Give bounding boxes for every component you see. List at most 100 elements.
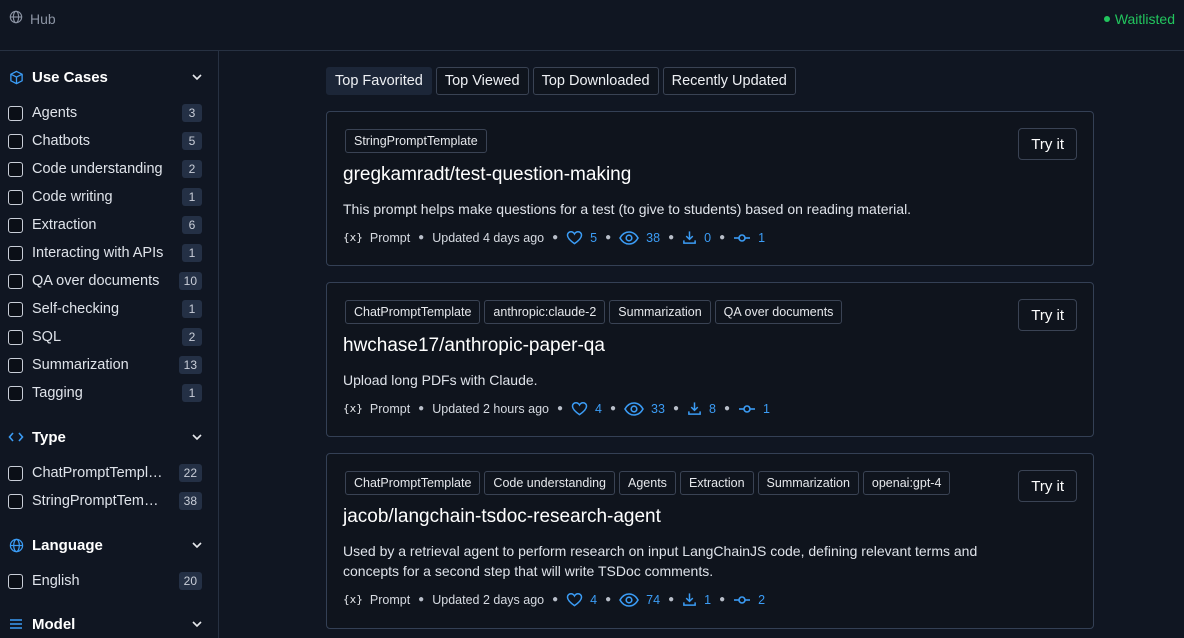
tag-chip[interactable]: Agents: [619, 471, 676, 495]
prompt-meta: {x} Prompt ● Updated 2 days ago ● 4 ● 74 …: [343, 592, 766, 607]
prompt-card[interactable]: ChatPromptTemplate anthropic:claude-2 Su…: [326, 282, 1094, 437]
list-icon: [8, 616, 24, 632]
updated-time: Updated 2 days ago: [432, 592, 545, 607]
checkbox[interactable]: [8, 133, 23, 149]
checkbox[interactable]: [8, 573, 23, 589]
prompt-kind: Prompt: [369, 230, 411, 245]
filter-count: 6: [182, 216, 202, 234]
checkbox[interactable]: [8, 493, 23, 509]
filter-item[interactable]: Summarization 13: [8, 354, 202, 376]
like-button[interactable]: 4: [571, 401, 602, 416]
tag-chip[interactable]: Summarization: [757, 471, 859, 495]
checkbox[interactable]: [8, 273, 23, 289]
filter-item[interactable]: QA over documents 10: [8, 270, 202, 292]
download-icon: [687, 401, 702, 416]
tag-chip[interactable]: anthropic:claude-2: [484, 300, 606, 324]
checkbox[interactable]: [8, 245, 23, 261]
filter-item[interactable]: Agents 3: [8, 102, 202, 124]
filter-item[interactable]: SQL 2: [8, 326, 202, 348]
checkbox[interactable]: [8, 301, 23, 317]
filter-label: Code understanding: [32, 161, 163, 177]
checkbox[interactable]: [8, 189, 23, 205]
tab-top-viewed[interactable]: Top Viewed: [435, 67, 529, 95]
checkbox[interactable]: [8, 161, 23, 177]
try-it-button[interactable]: Try it: [1018, 299, 1077, 331]
checkbox[interactable]: [8, 465, 23, 481]
prompt-meta: {x} Prompt ● Updated 2 hours ago ● 4 ● 33…: [343, 401, 770, 416]
views-stat: 74: [619, 593, 660, 607]
section-language[interactable]: Language: [8, 533, 204, 557]
filter-count: 3: [182, 104, 202, 122]
filter-label: Tagging: [32, 385, 83, 401]
prompt-kind: Prompt: [369, 401, 411, 416]
eye-icon: [619, 230, 640, 245]
filter-item[interactable]: English 20: [8, 570, 202, 592]
filter-item[interactable]: Extraction 6: [8, 214, 202, 236]
chevron-down-icon[interactable]: [190, 538, 204, 552]
cube-icon: [8, 69, 24, 85]
prompt-meta: {x} Prompt ● Updated 4 days ago ● 5 ● 38 …: [343, 230, 766, 245]
heart-icon: [571, 401, 588, 416]
downloads-count: 0: [704, 230, 712, 245]
tag-chip[interactable]: StringPromptTemplate: [345, 129, 487, 153]
tag-chip[interactable]: openai:gpt-4: [862, 471, 951, 495]
commits-count: 1: [762, 401, 770, 416]
tag-list: ChatPromptTemplate Code understanding Ag…: [345, 471, 951, 495]
chevron-down-icon[interactable]: [190, 430, 204, 444]
filter-label: QA over documents: [32, 273, 160, 289]
try-it-button[interactable]: Try it: [1018, 128, 1077, 160]
hub-label: Hub: [30, 10, 56, 27]
section-model[interactable]: Model: [8, 612, 204, 636]
filter-item[interactable]: Code writing 1: [8, 186, 202, 208]
tag-chip[interactable]: Summarization: [609, 300, 711, 324]
checkbox[interactable]: [8, 105, 23, 121]
chevron-down-icon[interactable]: [190, 70, 204, 84]
checkbox[interactable]: [8, 329, 23, 345]
tag-chip[interactable]: Code understanding: [484, 471, 616, 495]
chevron-down-icon[interactable]: [190, 617, 204, 631]
try-it-button[interactable]: Try it: [1018, 470, 1077, 502]
status-badge: Waitlisted: [1103, 11, 1175, 27]
filter-item[interactable]: Code understanding 2: [8, 158, 202, 180]
filter-item[interactable]: ChatPromptTempl… 22: [8, 462, 202, 484]
filter-label: Interacting with APIs: [32, 245, 164, 261]
commits-count: 2: [758, 592, 766, 607]
like-button[interactable]: 4: [566, 592, 597, 607]
filter-count: 22: [178, 464, 202, 482]
tag-list: ChatPromptTemplate anthropic:claude-2 Su…: [345, 300, 843, 324]
checkbox[interactable]: [8, 357, 23, 373]
tab-recently-updated[interactable]: Recently Updated: [662, 67, 796, 95]
like-button[interactable]: 5: [566, 230, 597, 245]
filter-label: StringPromptTem…: [32, 493, 159, 509]
eye-icon: [619, 592, 640, 607]
filter-item[interactable]: StringPromptTem… 38: [8, 490, 202, 512]
tab-top-favorited[interactable]: Top Favorited: [326, 67, 432, 95]
filter-item[interactable]: Chatbots 5: [8, 130, 202, 152]
tab-top-downloaded[interactable]: Top Downloaded: [532, 67, 659, 95]
tag-chip[interactable]: QA over documents: [714, 300, 843, 324]
filter-item[interactable]: Interacting with APIs 1: [8, 242, 202, 264]
prompt-description: This prompt helps make questions for a t…: [343, 201, 912, 217]
prompt-card[interactable]: ChatPromptTemplate Code understanding Ag…: [326, 453, 1094, 629]
filter-item[interactable]: Tagging 1: [8, 382, 202, 404]
filter-count: 20: [178, 572, 202, 590]
section-type[interactable]: Type: [8, 425, 204, 449]
commits-stat: 1: [733, 231, 765, 245]
top-bar: Hub Waitlisted: [0, 0, 1184, 51]
tag-chip[interactable]: Extraction: [679, 471, 754, 495]
filter-label: Code writing: [32, 189, 113, 205]
tag-chip[interactable]: ChatPromptTemplate: [345, 471, 481, 495]
filter-item[interactable]: Self-checking 1: [8, 298, 202, 320]
hub-link[interactable]: Hub: [9, 10, 56, 27]
prompt-card[interactable]: StringPromptTemplate Try it gregkamradt/…: [326, 111, 1094, 266]
downloads-count: 8: [708, 401, 716, 416]
section-use-cases[interactable]: Use Cases: [8, 65, 204, 89]
downloads-stat: 0: [682, 230, 711, 245]
checkbox[interactable]: [8, 217, 23, 233]
checkbox[interactable]: [8, 385, 23, 401]
filter-count: 13: [178, 356, 202, 374]
prompt-title[interactable]: hwchase17/anthropic-paper-qa: [343, 335, 605, 357]
prompt-title[interactable]: gregkamradt/test-question-making: [343, 164, 631, 186]
prompt-title[interactable]: jacob/langchain-tsdoc-research-agent: [343, 506, 661, 528]
tag-chip[interactable]: ChatPromptTemplate: [345, 300, 481, 324]
